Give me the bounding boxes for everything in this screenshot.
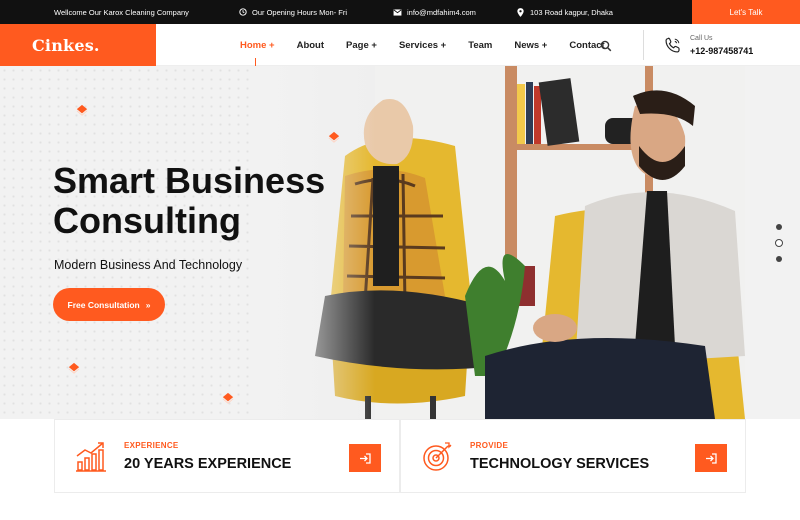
nav-home[interactable]: Home + xyxy=(240,40,275,68)
sign-in-arrow-icon xyxy=(706,452,717,464)
target-icon xyxy=(421,440,453,474)
hero-title-line1: Smart Business xyxy=(53,160,326,201)
nav-about[interactable]: About xyxy=(297,40,324,51)
nav-services[interactable]: Services + xyxy=(399,40,446,51)
top-info-bar: Wellcome Our Karox Cleaning Company Our … xyxy=(0,0,800,24)
slider-dot-1[interactable] xyxy=(776,224,782,230)
mail-icon xyxy=(393,8,402,17)
main-navigation: Home + About Page + Services + Team News… xyxy=(240,24,627,68)
address-text: 103 Road kagpur, Dhaka xyxy=(530,7,613,17)
welcome-text: Wellcome Our Karox Cleaning Company xyxy=(54,7,189,17)
slider-dot-2-active[interactable] xyxy=(775,239,783,247)
free-consultation-button[interactable]: Free Consultation » xyxy=(53,288,165,321)
welcome-text-wrap: Wellcome Our Karox Cleaning Company xyxy=(54,0,189,24)
nav-page[interactable]: Page + xyxy=(346,40,377,51)
call-us-number[interactable]: +12-987458741 xyxy=(690,46,753,56)
double-chevron-right-icon: » xyxy=(145,299,151,310)
lets-talk-button[interactable]: Let's Talk xyxy=(692,0,800,24)
card-kicker: EXPERIENCE xyxy=(124,441,179,450)
feature-card-technology: PROVIDE TECHNOLOGY SERVICES xyxy=(400,419,746,493)
call-us-label: Call Us xyxy=(690,35,713,42)
card-link-button[interactable] xyxy=(695,444,727,472)
card-title: 20 YEARS EXPERIENCE xyxy=(124,456,292,472)
diamond-decor-icon xyxy=(76,104,88,116)
hero-image-fade xyxy=(255,66,375,419)
card-link-button[interactable] xyxy=(349,444,381,472)
email-text[interactable]: info@mdfahim4.com xyxy=(407,8,476,17)
email-info[interactable]: info@mdfahim4.com xyxy=(393,0,476,24)
location-pin-icon xyxy=(516,7,525,17)
hero-title: Smart Business Consulting xyxy=(53,161,325,241)
diamond-decor-icon xyxy=(222,392,234,404)
header-divider xyxy=(643,30,644,60)
slider-dot-3[interactable] xyxy=(776,256,782,262)
opening-hours: Our Opening Hours Mon- Fri xyxy=(238,0,347,24)
card-kicker: PROVIDE xyxy=(470,441,509,450)
site-logo[interactable]: Cinkes. xyxy=(32,36,100,55)
free-consultation-label: Free Consultation xyxy=(67,299,140,310)
logo-block[interactable]: Cinkes. xyxy=(0,24,156,66)
hero-subtitle: Modern Business And Technology xyxy=(54,258,243,272)
slider-pagination xyxy=(775,224,783,271)
opening-hours-text: Our Opening Hours Mon- Fri xyxy=(252,7,348,17)
diamond-decor-icon xyxy=(328,131,340,143)
address-info: 103 Road kagpur, Dhaka xyxy=(516,0,613,24)
phone-icon xyxy=(664,36,682,54)
card-title: TECHNOLOGY SERVICES xyxy=(470,456,650,472)
sign-in-arrow-icon xyxy=(360,452,371,464)
feature-card-experience: EXPERIENCE 20 YEARS EXPERIENCE xyxy=(54,419,400,493)
clock-icon xyxy=(238,8,247,17)
hero-slider: Smart Business Consulting Modern Busines… xyxy=(0,66,800,419)
nav-news[interactable]: News + xyxy=(514,40,547,51)
main-header: Cinkes. Home + About Page + Services + T… xyxy=(0,24,800,68)
nav-team[interactable]: Team xyxy=(468,40,492,51)
hero-title-line2: Consulting xyxy=(53,200,241,241)
diamond-decor-icon xyxy=(68,362,80,374)
growth-chart-icon xyxy=(75,440,107,474)
search-icon[interactable] xyxy=(600,39,612,52)
